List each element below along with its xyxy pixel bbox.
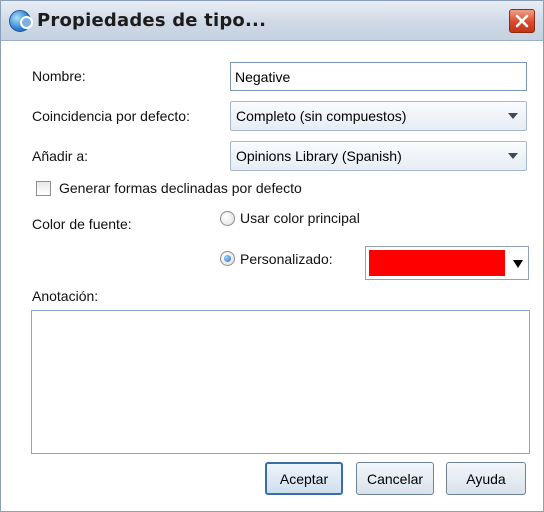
chevron-down-icon [508,113,518,119]
nombre-input[interactable] [230,62,527,91]
color-fuente-label: Color de fuente: [32,216,132,232]
personalizado-radio[interactable] [220,251,235,266]
anotacion-label: Anotación: [32,288,99,304]
personalizado-label: Personalizado: [240,251,333,267]
ayuda-button[interactable]: Ayuda [446,462,526,495]
text-analytics-icon [9,10,33,32]
chevron-down-icon [508,153,518,159]
window-title: Propiedades de tipo... [37,10,267,31]
anotacion-textarea[interactable] [31,310,530,454]
aceptar-button[interactable]: Aceptar [265,462,343,495]
anadir-value: Opinions Library (Spanish) [236,148,402,164]
anadir-select[interactable]: Opinions Library (Spanish) [230,141,527,171]
nombre-label: Nombre: [32,68,86,84]
dialog-window: Propiedades de tipo... Nombre: Coinciden… [0,0,544,512]
color-picker[interactable] [365,246,529,280]
color-swatch [369,250,505,276]
close-button[interactable] [509,9,535,33]
usar-color-label: Usar color principal [240,210,360,226]
cancelar-button[interactable]: Cancelar [356,462,434,495]
coincidencia-label: Coincidencia por defecto: [32,108,190,124]
generar-checkbox[interactable] [36,181,51,196]
coincidencia-select[interactable]: Completo (sin compuestos) [230,101,527,131]
close-icon [515,14,529,28]
usar-color-radio[interactable] [220,211,235,226]
chevron-down-icon [513,260,523,268]
coincidencia-value: Completo (sin compuestos) [236,108,407,124]
anadir-label: Añadir a: [32,148,89,164]
title-bar[interactable]: Propiedades de tipo... [1,1,543,41]
generar-label: Generar formas declinadas por defecto [59,180,302,196]
